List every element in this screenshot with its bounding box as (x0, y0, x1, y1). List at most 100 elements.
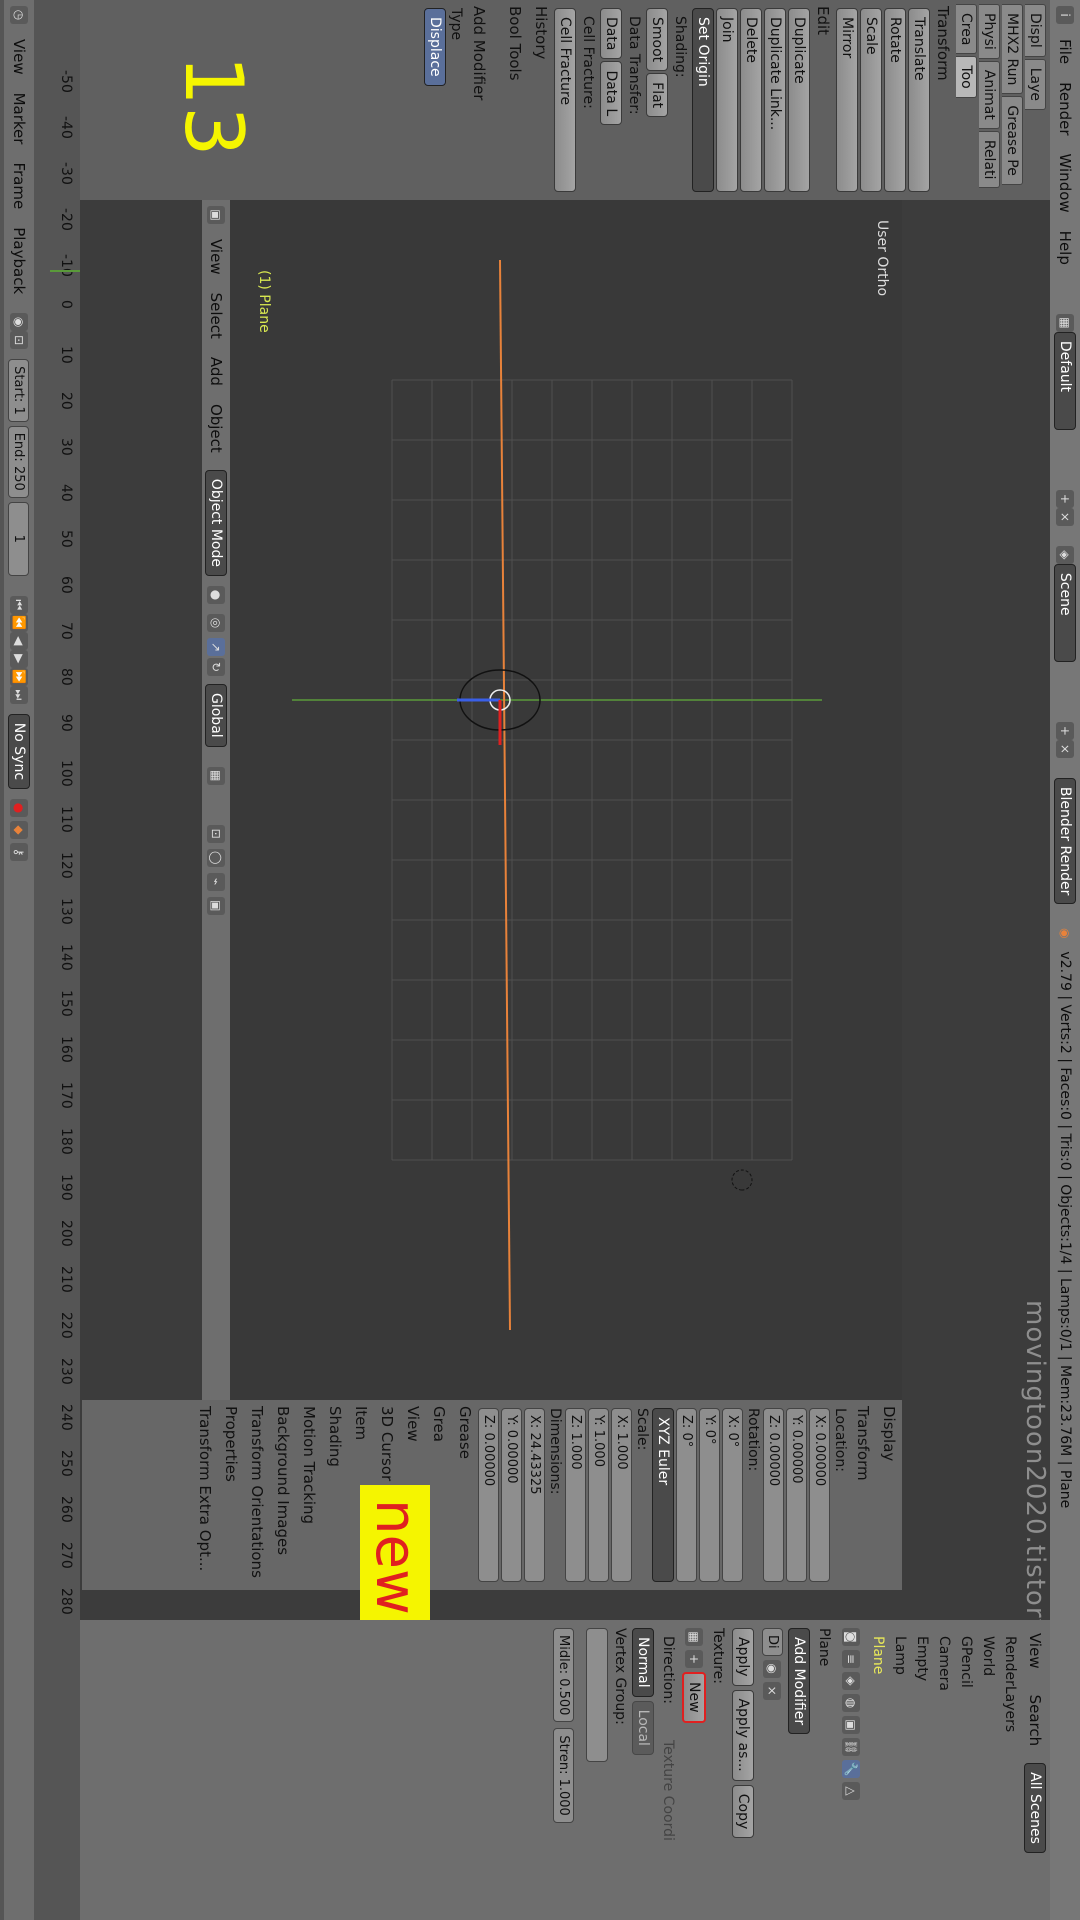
transform-panel-header[interactable]: Transform (930, 0, 956, 200)
tab-mhx2[interactable]: MHX2 Run (1002, 4, 1023, 95)
scale-button[interactable]: Scale (860, 8, 882, 192)
render-preview-icon[interactable]: ▣ (207, 896, 225, 915)
record-icon[interactable]: ● (10, 799, 28, 818)
menu-view[interactable]: View (207, 230, 225, 284)
location-x-field[interactable]: X: 0.00000 (809, 1408, 830, 1582)
dimension-x-field[interactable]: X: 24.43325 (524, 1408, 545, 1582)
outliner-item-renderlayers[interactable]: RenderLayers (1000, 1628, 1020, 1912)
dimension-y-field[interactable]: Y: 0.00000 (501, 1408, 522, 1582)
timeline-menu-marker[interactable]: Marker (10, 84, 28, 154)
shade-flat-button[interactable]: Flat (646, 73, 668, 118)
scene-tab-icon[interactable]: ◈ (842, 1672, 860, 1690)
proportional-edit-icon[interactable]: ◯ (207, 848, 225, 867)
world-tab-icon[interactable]: ◍ (842, 1694, 860, 1712)
location-y-field[interactable]: Y: 0.00000 (786, 1408, 807, 1582)
transform-extra-options-header[interactable]: Transform Extra Opt... (192, 1400, 218, 1590)
translate-button[interactable]: Translate (908, 8, 930, 192)
orientation-selector[interactable]: Global (205, 684, 227, 747)
location-z-field[interactable]: Z: 0.00000 (763, 1408, 784, 1582)
outliner-item-plane[interactable]: Plane (868, 1628, 888, 1912)
display-panel-header[interactable]: Display (876, 1400, 902, 1590)
grease-pencil-panel-header[interactable]: Grease (452, 1400, 478, 1590)
editor-type-icon[interactable]: ▣ (207, 206, 225, 224)
outliner-item-world[interactable]: World (978, 1628, 998, 1912)
shade-smooth-button[interactable]: Smoot (646, 8, 668, 72)
object-tab-icon[interactable]: ▣ (842, 1716, 860, 1734)
rotate-button[interactable]: Rotate (884, 8, 906, 192)
current-frame-marker[interactable] (50, 270, 80, 272)
add-modifier-button[interactable]: Add Modifier (788, 1628, 810, 1735)
motion-tracking-panel-header[interactable]: Motion Tracking (296, 1400, 322, 1590)
tab-tools[interactable]: Too (956, 56, 977, 98)
menu-window[interactable]: Window (1056, 145, 1074, 222)
lock-range-icon[interactable]: ⊡ (10, 331, 28, 350)
rotation-x-field[interactable]: X: 0° (722, 1408, 743, 1582)
tab-layers[interactable]: Laye (1025, 58, 1046, 111)
menu-help[interactable]: Help (1056, 222, 1074, 274)
current-frame-field[interactable]: 1 (8, 501, 30, 576)
direction-selector[interactable]: Normal (632, 1628, 654, 1697)
lock-camera-icon[interactable]: ⊡ (207, 824, 225, 843)
outliner-menu-search[interactable]: Search (1026, 1686, 1044, 1756)
info-editor-icon[interactable]: i (1056, 6, 1074, 24)
timeline-menu-view[interactable]: View (10, 30, 28, 84)
3d-viewport[interactable]: User Ortho (1) Plane (230, 200, 902, 1415)
data-transfer-button[interactable]: Data (600, 8, 622, 60)
snap-icon[interactable]: ⌁ (207, 872, 225, 891)
rotation-mode-selector[interactable]: XYZ Euler (652, 1408, 674, 1582)
outliner-item-empty[interactable]: Empty (912, 1628, 932, 1912)
dimension-z-field[interactable]: Z: 0.00000 (478, 1408, 499, 1582)
transform-orientations-panel-header[interactable]: Transform Orientations (244, 1400, 270, 1590)
tab-create[interactable]: Crea (956, 4, 977, 55)
tab-display[interactable]: Displ (1025, 4, 1046, 57)
timeline-menu-frame[interactable]: Frame (10, 153, 28, 218)
outliner-item-camera[interactable]: Camera (934, 1628, 954, 1912)
duplicate-linked-button[interactable]: Duplicate Link... (764, 8, 786, 192)
render-engine-selector[interactable]: Blender Render (1054, 777, 1076, 905)
render-tab-icon[interactable]: ◙ (842, 1628, 860, 1646)
remove-scene-icon[interactable]: × (1056, 739, 1074, 758)
constraints-tab-icon[interactable]: ⛓ (842, 1738, 860, 1756)
layers-icon[interactable]: ▦ (207, 766, 225, 785)
rotation-z-field[interactable]: Z: 0° (676, 1408, 697, 1582)
end-frame-field[interactable]: End: 250 (8, 425, 30, 498)
data-layout-button[interactable]: Data L (600, 61, 622, 126)
operator-panel-header[interactable]: Add Modifier (466, 0, 492, 200)
shading-mode-icon[interactable]: ● (207, 586, 225, 604)
prev-keyframe-icon[interactable]: ⏪ (10, 613, 28, 632)
tab-physics[interactable]: Physi (979, 4, 1000, 59)
modifiers-tab-icon[interactable]: 🔧 (842, 1760, 860, 1778)
strength-field[interactable]: Stren: 1.000 (553, 1728, 574, 1823)
vertex-group-field[interactable] (586, 1628, 608, 1762)
set-origin-button[interactable]: Set Origin (692, 8, 714, 192)
tab-grease-pencil[interactable]: Grease Pe (1002, 96, 1023, 185)
pivot-icon[interactable]: ◎ (207, 614, 225, 632)
apply-button[interactable]: Apply (732, 1628, 754, 1686)
jump-end-icon[interactable]: ⏭ (10, 685, 28, 704)
properties-panel-header[interactable]: Properties (218, 1400, 244, 1590)
timeline-ruler[interactable]: -50 -40 -30 -20 -10 0 10 20 30 40 50 60 70 80 90 100 110… (54, 70, 74, 1630)
texture-add-icon[interactable]: + (685, 1650, 703, 1668)
apply-as-button[interactable]: Apply as... (732, 1689, 754, 1781)
add-layout-icon[interactable]: + (1056, 489, 1074, 508)
menu-add[interactable]: Add (207, 348, 225, 395)
scale-x-field[interactable]: X: 1.000 (611, 1408, 632, 1582)
tab-relations[interactable]: Relati (979, 130, 1000, 189)
delete-button[interactable]: Delete (740, 8, 762, 192)
new-texture-button[interactable]: New (682, 1672, 706, 1723)
menu-file[interactable]: File (1056, 30, 1074, 73)
scale-y-field[interactable]: Y: 1.000 (588, 1408, 609, 1582)
manipulator-icon[interactable]: ↗ (207, 638, 225, 656)
transform-panel-header-n[interactable]: Transform (850, 1400, 876, 1590)
modifier-name-field[interactable]: Di (762, 1628, 783, 1656)
menu-select[interactable]: Select (207, 284, 225, 348)
add-scene-icon[interactable]: + (1056, 721, 1074, 740)
layers-tab-icon[interactable]: ≡ (842, 1650, 860, 1668)
keying-set-icon[interactable]: ⚷ (10, 843, 28, 862)
remove-layout-icon[interactable]: × (1056, 507, 1074, 526)
keying-icon[interactable]: ◉ (10, 313, 28, 332)
modifier-type-selector[interactable]: Displace (424, 8, 446, 86)
scene-selector[interactable]: Scene (1054, 563, 1076, 662)
outliner-display-mode[interactable]: All Scenes (1024, 1763, 1046, 1853)
jump-start-icon[interactable]: ⏮ (10, 595, 28, 614)
